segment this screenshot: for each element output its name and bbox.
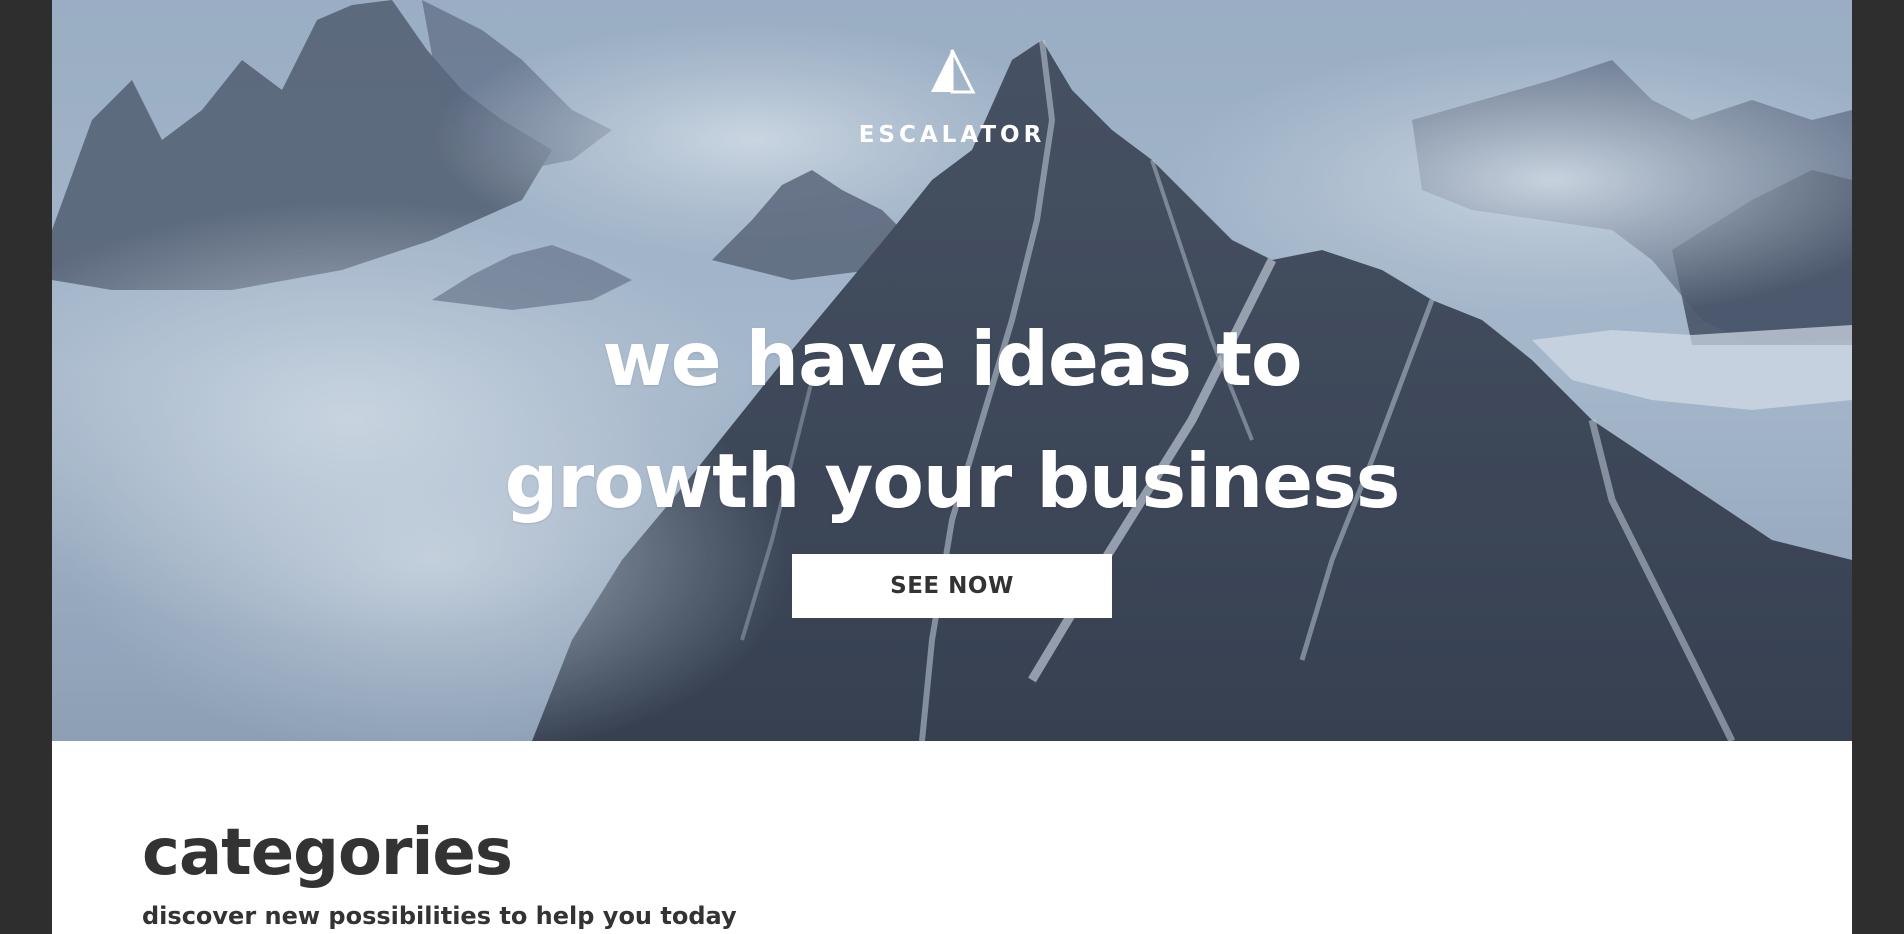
see-now-button[interactable]: SEE NOW [792, 554, 1112, 618]
categories-heading: categories [142, 816, 513, 890]
triangle-logo-icon [927, 48, 977, 98]
hero-section: ESCALATOR we have ideas to growth your b… [52, 0, 1852, 741]
hero-headline: we have ideas to growth your business [52, 298, 1852, 542]
brand-logo[interactable]: ESCALATOR [52, 48, 1852, 148]
hero-headline-line-1: we have ideas to [602, 315, 1302, 404]
brand-name: ESCALATOR [858, 122, 1046, 148]
categories-subtitle: discover new possibilities to help you t… [142, 902, 737, 930]
page: ESCALATOR we have ideas to growth your b… [52, 0, 1852, 934]
hero-headline-line-2: growth your business [504, 437, 1401, 526]
